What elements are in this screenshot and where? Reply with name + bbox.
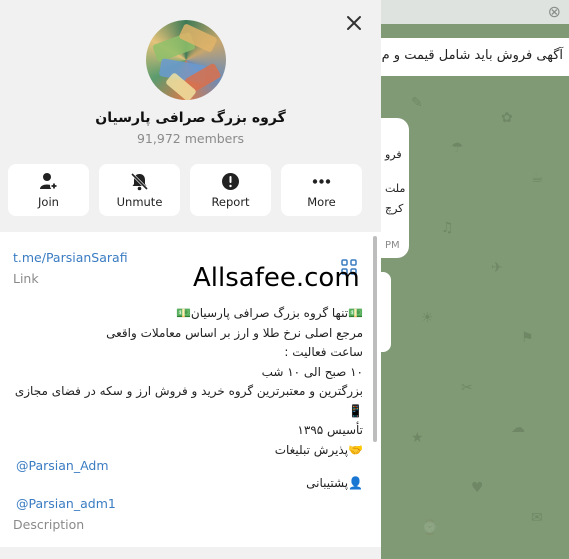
chat-message-bubble: فرو ملت کرچ PM bbox=[381, 118, 409, 258]
join-button[interactable]: Join bbox=[8, 164, 89, 216]
unmute-label: Unmute bbox=[116, 195, 163, 209]
member-count: 91,972 members bbox=[136, 131, 245, 146]
unmute-button[interactable]: Unmute bbox=[99, 164, 180, 216]
description-line: 💵تنها گروه بزرگ صرافی پارسیان💵 bbox=[175, 306, 363, 320]
bubble-text: کرچ bbox=[385, 202, 404, 215]
support-line: 👤پشتیبانی bbox=[306, 476, 363, 490]
description-line: مرجع اصلی نرخ طلا و ارز بر اساس معاملات … bbox=[106, 325, 363, 340]
more-dots-icon bbox=[312, 179, 331, 184]
bubble-time: PM bbox=[385, 240, 400, 251]
pinned-banner[interactable]: آگهی فروش باید شامل قیمت و م bbox=[381, 38, 569, 76]
phone-emoji: 📱 bbox=[348, 403, 363, 418]
close-button[interactable] bbox=[343, 12, 365, 34]
chat-message-bubble bbox=[381, 272, 391, 352]
join-label: Join bbox=[38, 195, 59, 209]
more-button[interactable]: More bbox=[281, 164, 362, 216]
report-button[interactable]: Report bbox=[190, 164, 271, 216]
description-label: Description bbox=[13, 517, 85, 532]
description-line: ۱۰ صبح الی ۱۰ شب bbox=[261, 364, 363, 379]
scrollbar[interactable] bbox=[373, 236, 377, 442]
bubble-text: فرو bbox=[385, 148, 402, 161]
chat-background: ⊗ آگهی فروش باید شامل قیمت و م ✎ ☂ ✿ ☕ ♫… bbox=[381, 0, 569, 559]
group-info-panel: گروه بزرگ صرافی پارسیان 91,972 members J… bbox=[0, 0, 381, 559]
group-avatar[interactable] bbox=[146, 20, 226, 100]
admin-mention-link[interactable]: @Parsian_adm1 bbox=[16, 496, 116, 511]
admin-mention-link[interactable]: @Parsian_Adm bbox=[16, 458, 109, 473]
bubble-text: ملت bbox=[385, 182, 406, 195]
alert-icon bbox=[222, 173, 239, 190]
group-description: 💵تنها گروه بزرگ صرافی پارسیان💵 مرجع اصلی… bbox=[14, 304, 363, 460]
person-add-icon bbox=[40, 173, 58, 190]
bell-off-icon bbox=[130, 172, 149, 191]
description-line: ساعت فعالیت : bbox=[284, 345, 363, 359]
group-name: گروه بزرگ صرافی پارسیان bbox=[95, 110, 286, 126]
chat-top-bar: ⊗ bbox=[381, 0, 569, 24]
more-label: More bbox=[307, 195, 336, 209]
watermark-text: Allsafee.com bbox=[193, 263, 360, 293]
link-label: Link bbox=[13, 271, 39, 286]
action-buttons: Join Unmute Report More bbox=[8, 164, 362, 216]
panel-footer bbox=[0, 547, 381, 559]
description-line: بزرگترین و معتبرترین گروه خرید و فروش ار… bbox=[14, 384, 363, 398]
close-circle-icon[interactable]: ⊗ bbox=[548, 2, 561, 21]
description-line: تأسیس ۱۳۹۵ bbox=[297, 423, 363, 437]
invite-link[interactable]: t.me/ParsianSarafi bbox=[13, 250, 128, 265]
report-label: Report bbox=[211, 195, 250, 209]
close-icon bbox=[347, 16, 361, 30]
